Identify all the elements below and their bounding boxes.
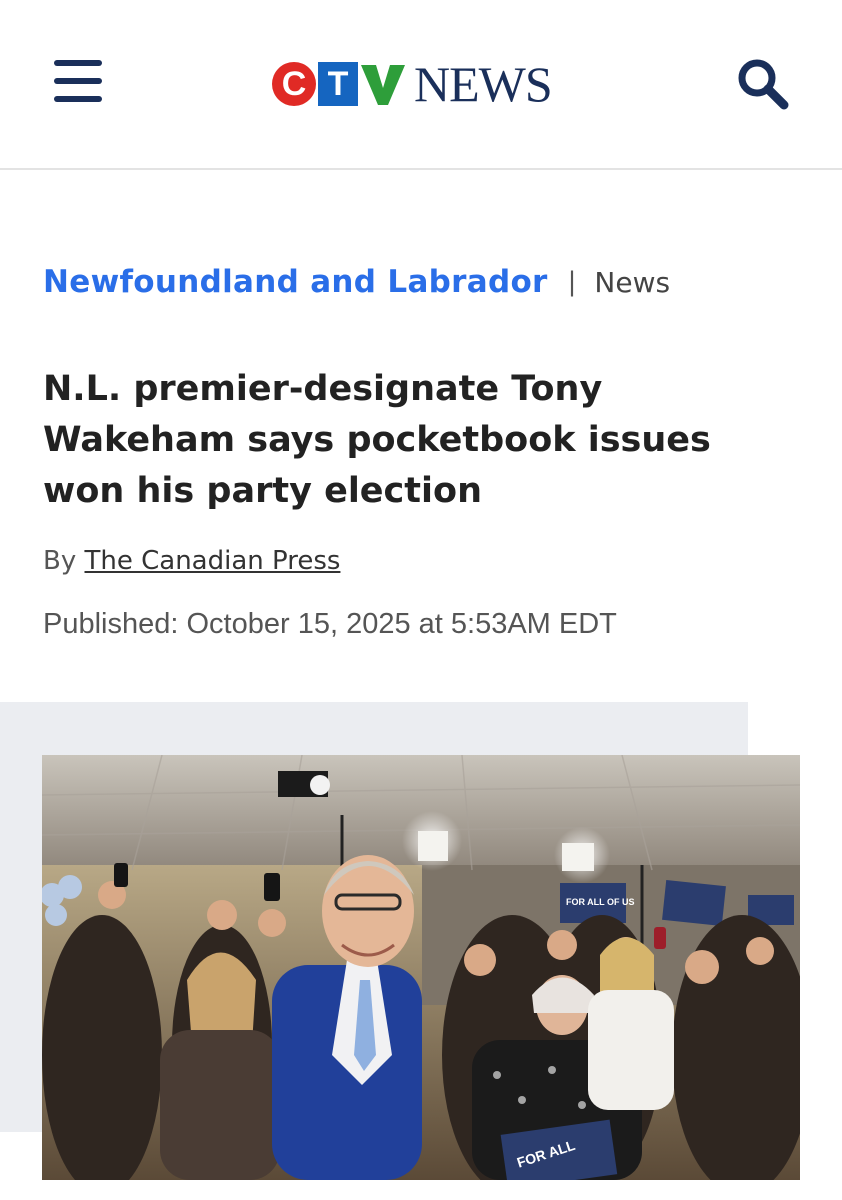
published-timestamp: Published: October 15, 2025 at 5:53AM ED… <box>43 608 617 640</box>
logo-letter-c: C <box>272 62 316 106</box>
logo-letter-v-icon <box>361 65 405 105</box>
article-photo[interactable]: FOR ALL OF US FOR ALL <box>42 755 800 1180</box>
section-link-region[interactable]: Newfoundland and Labrador <box>43 264 548 300</box>
article-photo-illustration: FOR ALL OF US FOR ALL <box>42 755 800 1180</box>
author-link[interactable]: The Canadian Press <box>85 546 341 576</box>
sign-text: FOR ALL OF US <box>566 897 635 907</box>
breadcrumb: Newfoundland and Labrador | News <box>43 264 670 300</box>
section-category[interactable]: News <box>594 266 670 299</box>
logo-news-word: NEWS <box>414 56 553 112</box>
byline-prefix: By <box>43 546 77 576</box>
logo-letter-t: T <box>318 62 358 106</box>
article-headline: N.L. premier-designate Tony Wakeham says… <box>43 369 711 511</box>
search-icon[interactable] <box>734 56 792 110</box>
breadcrumb-separator: | <box>567 267 577 297</box>
site-header: C T NEWS <box>0 0 842 170</box>
menu-bar <box>54 60 102 66</box>
hamburger-menu-icon[interactable] <box>54 58 102 104</box>
menu-bar <box>54 96 102 102</box>
menu-bar <box>54 78 102 84</box>
ctv-news-logo[interactable]: C T NEWS <box>272 56 553 112</box>
article-byline: By The Canadian Press <box>43 546 340 576</box>
